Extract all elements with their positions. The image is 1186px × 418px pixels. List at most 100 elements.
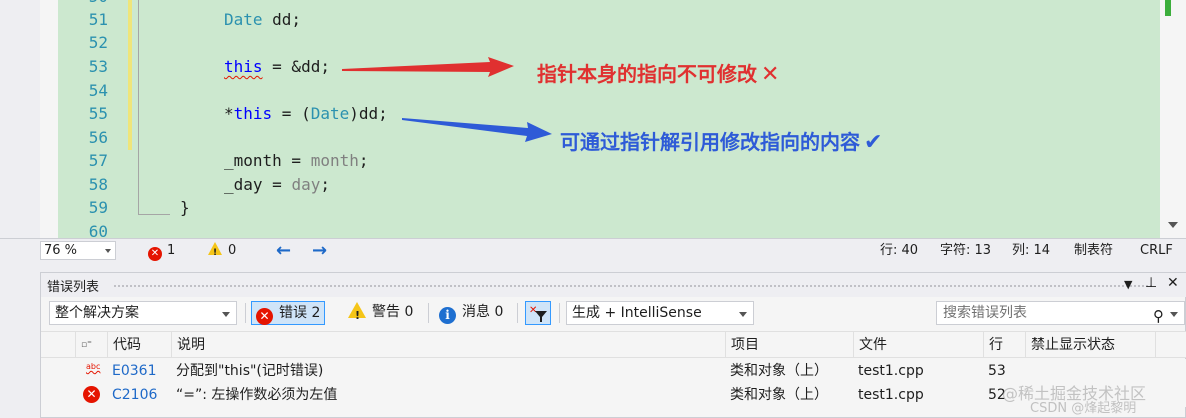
column-header-suppression[interactable]: 禁止显示状态: [1025, 332, 1155, 358]
line-indicator[interactable]: 行: 40: [880, 242, 918, 260]
code-token: dd;: [262, 10, 302, 29]
close-icon[interactable]: ✕: [1167, 275, 1179, 291]
error-icon: ✕: [256, 308, 273, 325]
code-token: *: [224, 104, 234, 123]
code-line-51: Date dd;: [224, 8, 301, 32]
line-number: 57: [88, 151, 108, 170]
param-token: day: [291, 175, 321, 194]
error-description: “=”: 左操作数必须为左值: [176, 387, 338, 403]
scroll-down-arrow-icon[interactable]: [1168, 222, 1178, 228]
cross-mark-icon: ✕: [761, 62, 780, 87]
type-token: Date: [224, 10, 263, 29]
navigate-back-icon[interactable]: ←: [276, 240, 291, 261]
column-header-line[interactable]: 行: [983, 332, 1025, 358]
error-search-input[interactable]: 搜索错误列表 ⚲: [936, 301, 1185, 325]
error-project: 类和对象（上）: [730, 387, 828, 403]
scrollbar-change-marker: [1165, 0, 1171, 16]
error-squiggle-token[interactable]: this: [224, 57, 263, 76]
outline-fold-line: [138, 0, 139, 215]
code-line-57: _month = month;: [224, 149, 369, 173]
search-placeholder: 搜索错误列表: [943, 305, 1027, 321]
annotation-right-text: 可通过指针解引用修改指向的内容: [560, 130, 860, 154]
error-file: test1.cpp: [858, 387, 924, 403]
error-count-indicator[interactable]: ✕ 1: [148, 242, 175, 261]
line-ending-indicator[interactable]: CRLF: [1140, 242, 1173, 260]
build-source-dropdown[interactable]: 生成 + IntelliSense: [566, 301, 754, 325]
indent-mode-indicator[interactable]: 制表符: [1074, 242, 1113, 260]
line-number: 56: [88, 128, 108, 147]
messages-filter-button[interactable]: i 消息 0: [435, 301, 507, 325]
code-token: = (: [272, 104, 311, 123]
line-number: 58: [88, 175, 108, 194]
line-number: 52: [88, 33, 108, 52]
code-token: ;: [320, 175, 330, 194]
code-editor[interactable]: 50 51 52 53 54 55 56 57 58 59 60 Date dd…: [0, 0, 1186, 241]
search-icon[interactable]: ⚲: [1153, 305, 1164, 327]
warning-count: 0: [228, 243, 237, 258]
toolbar-separator: [245, 303, 246, 323]
chevron-down-icon: [105, 249, 111, 253]
scope-dropdown[interactable]: 整个解决方案: [49, 301, 237, 325]
code-line-59: }: [180, 198, 190, 217]
code-token: _day =: [224, 175, 292, 194]
char-indicator[interactable]: 字符: 13: [940, 242, 991, 260]
line-number: 59: [88, 198, 108, 217]
filter-toggle-button[interactable]: ✕: [525, 301, 551, 325]
error-code[interactable]: C2106: [107, 383, 157, 407]
chevron-down-icon: [222, 312, 230, 317]
zoom-value: 76 %: [44, 243, 78, 258]
line-number-gutter: 50 51 52 53 54 55 56 57 58 59 60: [58, 0, 110, 241]
vertical-scrollbar[interactable]: [1160, 0, 1186, 238]
warning-count-indicator[interactable]: 0: [208, 242, 237, 262]
svg-text:✕: ✕: [529, 305, 537, 316]
pin-icon[interactable]: ⊥: [1145, 275, 1157, 291]
editor-status-bar: 76 % ✕1 0 ← → 行: 40 字符: 13 列: 14 制表符 CRL…: [0, 238, 1186, 262]
warnings-filter-button[interactable]: 警告 0: [344, 301, 417, 327]
errors-filter-button[interactable]: ✕ 错误 2: [251, 301, 326, 325]
error-icon: ✕: [83, 386, 100, 403]
keyword-token: this: [233, 104, 273, 123]
window-position-dropdown-icon[interactable]: ▼: [1124, 278, 1132, 291]
panel-title: 错误列表: [47, 280, 100, 295]
info-icon: i: [439, 307, 456, 324]
column-header-description[interactable]: 说明: [171, 332, 725, 358]
funnel-filter-icon: ✕: [529, 305, 547, 322]
column-header-file[interactable]: 文件: [853, 332, 983, 358]
toolbar-separator: [559, 303, 560, 323]
error-list-toolbar: 整个解决方案 ✕ 错误 2 警告 0 i 消息 0 ✕ 生成 + IntelliSe…: [41, 297, 1186, 329]
line-number: 51: [88, 10, 108, 29]
warning-icon: [348, 302, 366, 327]
column-header-extra: [1155, 332, 1186, 358]
column-header-code[interactable]: 代码: [107, 332, 171, 358]
chevron-down-icon: [739, 312, 747, 317]
scope-value: 整个解决方案: [55, 305, 139, 321]
code-line-55: *this = (Date)dd;: [224, 102, 388, 126]
error-code[interactable]: E0361: [107, 359, 156, 383]
column-indicator[interactable]: 列: 14: [1012, 242, 1050, 260]
error-file: test1.cpp: [858, 363, 924, 379]
annotation-wrong: 指针本身的指向不可修改 ✕: [537, 58, 779, 87]
line-number: 53: [88, 57, 108, 76]
messages-filter-label: 消息 0: [462, 304, 504, 320]
type-token: Date: [310, 104, 350, 123]
warning-icon: [208, 242, 222, 262]
annotation-right: 可通过指针解引用修改指向的内容 ✔: [560, 126, 882, 155]
code-token: ;: [358, 151, 369, 170]
line-number: 55: [88, 104, 108, 123]
errors-filter-label: 错误 2: [279, 305, 321, 321]
chevron-down-icon[interactable]: [1170, 312, 1178, 317]
error-icon: ✕: [148, 247, 162, 261]
error-description: 分配到"this"(记时错误): [176, 363, 324, 379]
table-header: ▫⁼ 代码 说明 项目 文件 行 禁止显示状态: [41, 331, 1186, 358]
line-number: 54: [88, 81, 108, 100]
spell-error-icon: abc: [86, 362, 101, 371]
code-line-58: _day = day;: [224, 173, 330, 197]
code-line-53: this = &dd;: [224, 55, 330, 79]
zoom-dropdown[interactable]: 76 %: [40, 241, 116, 260]
navigate-forward-icon[interactable]: →: [312, 240, 327, 261]
column-filter-icon[interactable]: ▫⁼: [75, 332, 111, 358]
column-header-project[interactable]: 项目: [725, 332, 853, 358]
title-drag-grip[interactable]: [113, 284, 1153, 288]
toolbar-separator: [428, 303, 429, 323]
watermark-sub: CSDN @烽起黎明: [1030, 401, 1137, 416]
